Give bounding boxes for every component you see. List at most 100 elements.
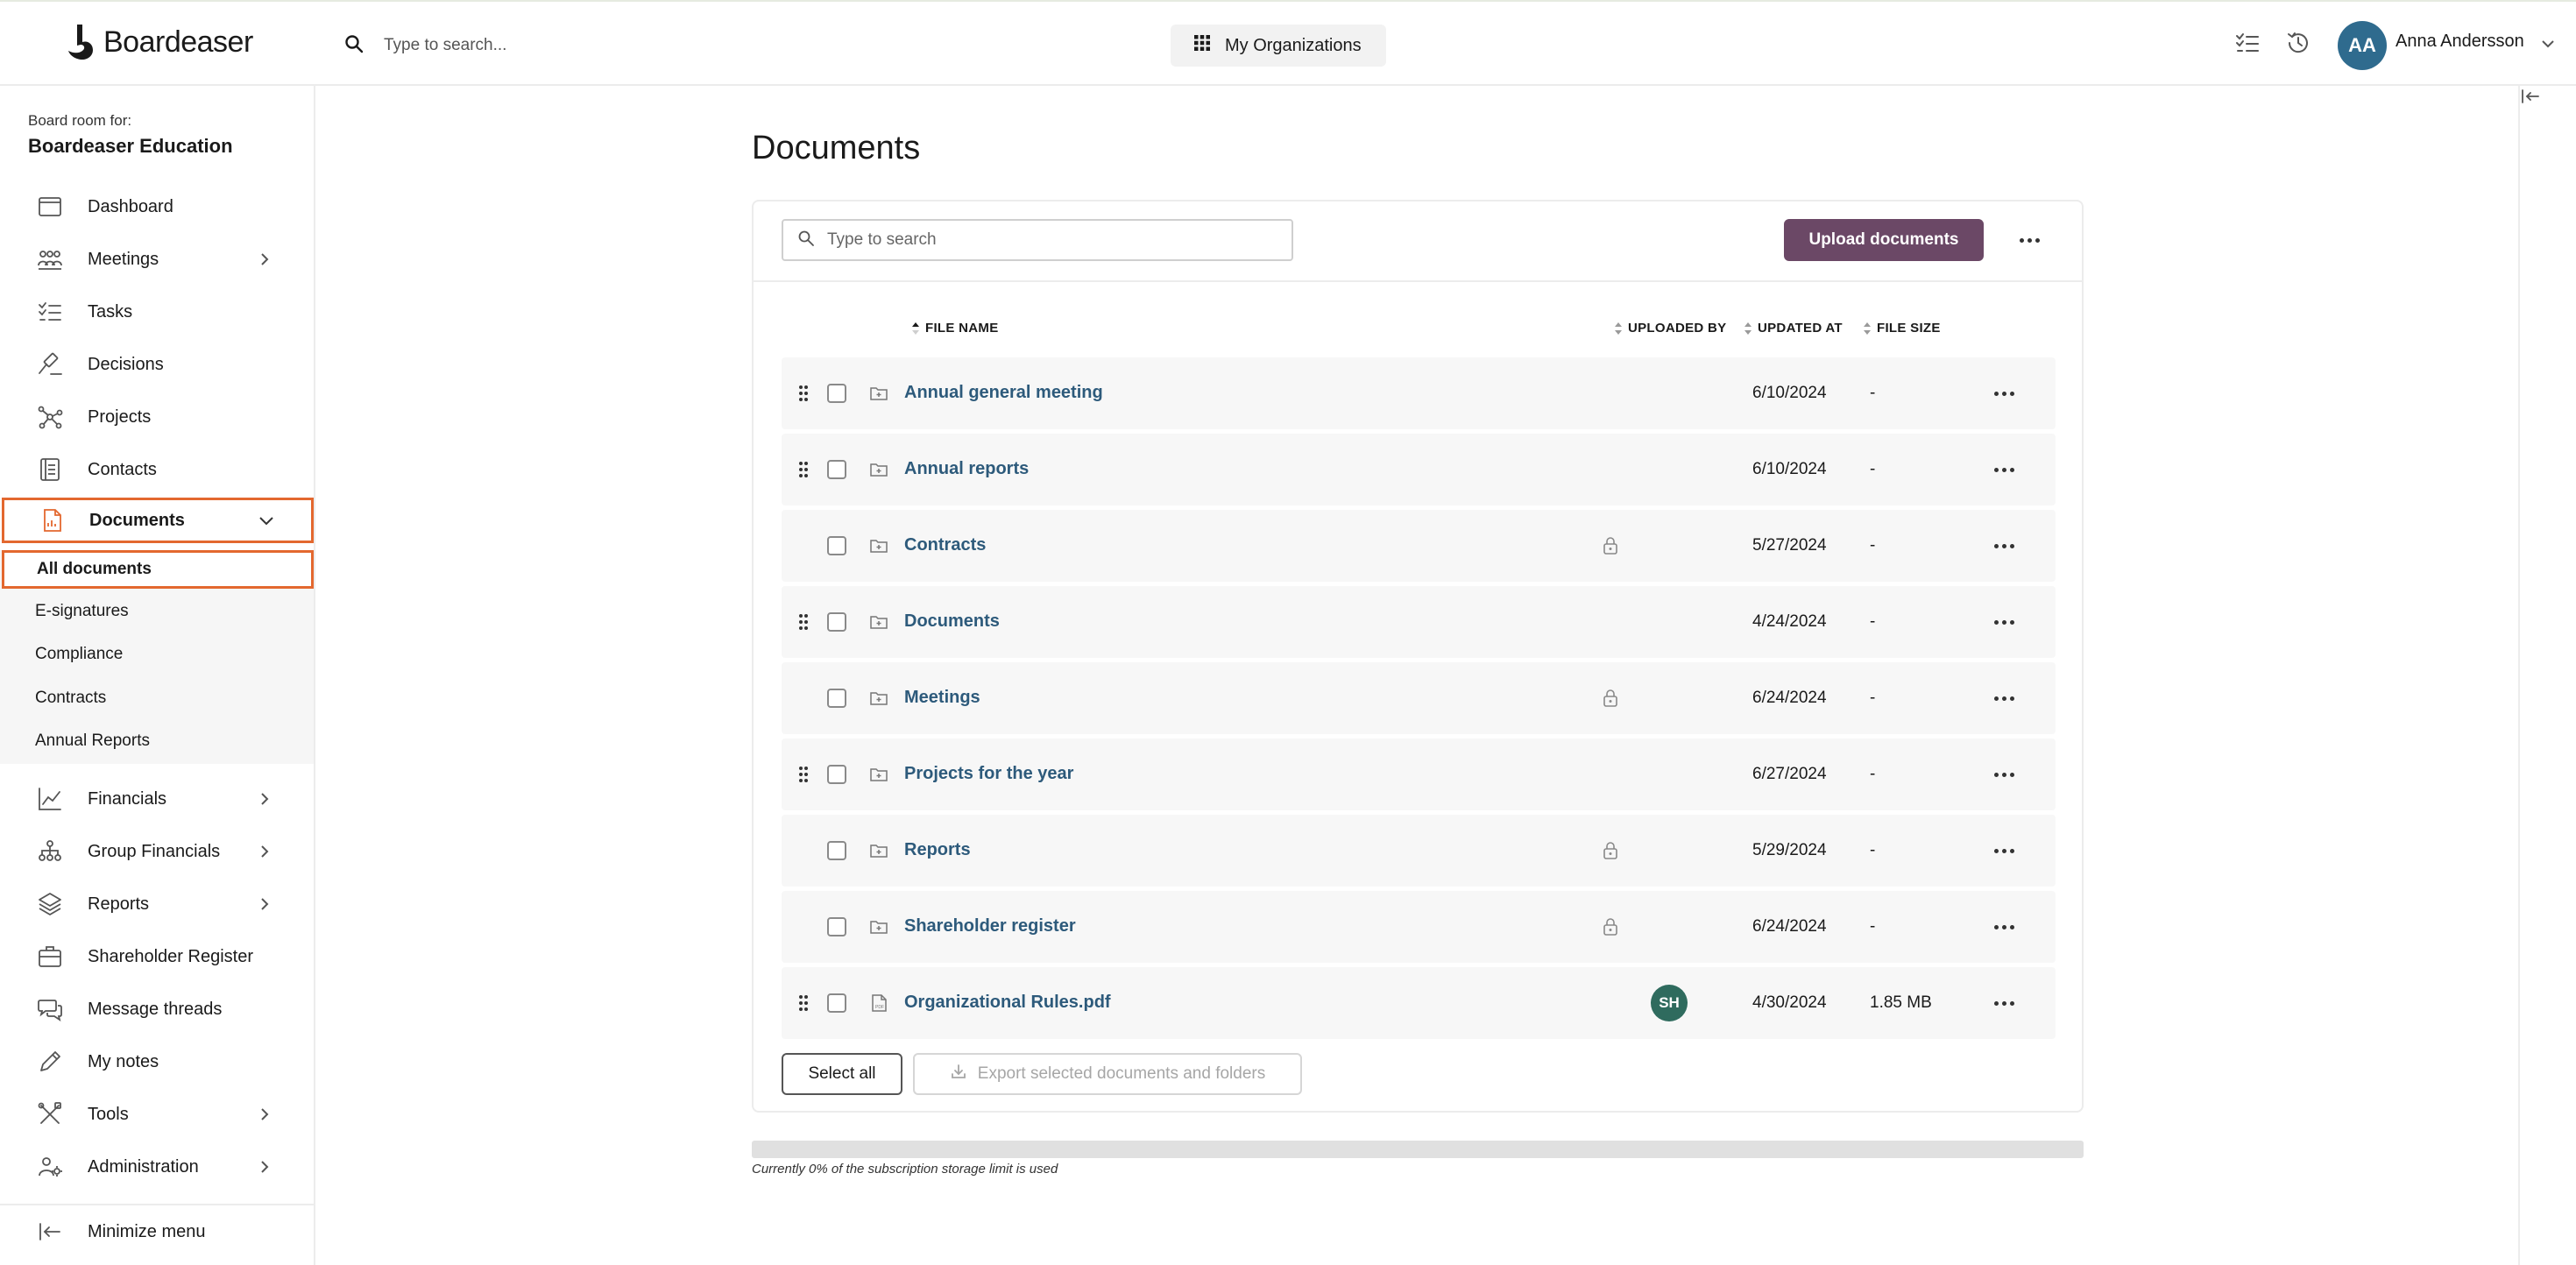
my-organizations-button[interactable]: My Organizations <box>1171 25 1386 67</box>
board-room-label: Board room for: <box>28 112 132 129</box>
sidebar-item-group-financials[interactable]: Group Financials <box>0 829 315 874</box>
sidebar-item-financials[interactable]: Financials <box>0 776 315 822</box>
table-row[interactable]: Contracts 5/27/2024 - <box>782 510 2056 582</box>
submenu-item-e-signatures[interactable]: E-signatures <box>0 592 314 631</box>
drag-handle-icon[interactable] <box>797 993 810 1013</box>
file-name-link[interactable]: Annual reports <box>904 459 1029 479</box>
file-name-link[interactable]: Reports <box>904 840 971 860</box>
drag-handle-icon[interactable] <box>797 384 810 403</box>
collapse-panel-icon[interactable] <box>2520 89 2541 110</box>
sidebar-item-label: My notes <box>88 1051 159 1071</box>
row-checkbox[interactable] <box>827 612 846 632</box>
storage-usage-bar <box>752 1141 2084 1158</box>
upload-documents-button[interactable]: Upload documents <box>1784 219 1984 261</box>
sidebar-item-contacts[interactable]: Contacts <box>0 447 315 492</box>
submenu-item-compliance[interactable]: Compliance <box>0 635 314 674</box>
table-row[interactable]: Projects for the year 6/27/2024 - <box>782 739 2056 810</box>
row-checkbox[interactable] <box>827 993 846 1013</box>
table-row[interactable]: Documents 4/24/2024 - <box>782 586 2056 658</box>
sidebar-item-administration[interactable]: Administration <box>0 1144 315 1190</box>
sidebar-item-message-threads[interactable]: Message threads <box>0 986 315 1032</box>
row-checkbox[interactable] <box>827 460 846 479</box>
submenu-item-all-documents[interactable]: All documents <box>2 550 314 589</box>
sidebar-item-label: Administration <box>88 1156 199 1177</box>
file-size-cell: - <box>1870 384 1876 402</box>
sidebar-item-label: Tools <box>88 1104 129 1124</box>
sidebar-item-tools[interactable]: Tools <box>0 1092 315 1137</box>
chevron-down-icon[interactable] <box>2539 35 2557 53</box>
sidebar-item-shareholder-register[interactable]: Shareholder Register <box>0 934 315 979</box>
file-name-link[interactable]: Documents <box>904 611 1000 632</box>
row-checkbox[interactable] <box>827 689 846 708</box>
drag-handle-icon[interactable] <box>797 765 810 784</box>
file-name-link[interactable]: Meetings <box>904 688 980 708</box>
sidebar-item-documents[interactable]: Documents <box>2 498 314 543</box>
file-name-link[interactable]: Contracts <box>904 535 986 555</box>
sidebar-item-tasks[interactable]: Tasks <box>0 289 315 335</box>
table-row[interactable]: Shareholder register 6/24/2024 - <box>782 891 2056 963</box>
row-options-icon[interactable] <box>1989 687 2019 710</box>
drag-handle-icon[interactable] <box>797 460 810 479</box>
row-options-icon[interactable] <box>1989 382 2019 405</box>
drag-handle-icon[interactable] <box>797 612 810 632</box>
file-name-link[interactable]: Organizational Rules.pdf <box>904 993 1111 1013</box>
file-name-link[interactable]: Shareholder register <box>904 916 1076 936</box>
file-name-link[interactable]: Annual general meeting <box>904 383 1103 403</box>
table-row[interactable]: PDF Organizational Rules.pdf SH 4/30/2024 1.… <box>782 967 2056 1039</box>
column-header-uploaded-by[interactable]: UPLOADED BY <box>1614 321 1726 336</box>
row-options-icon[interactable] <box>1989 915 2019 938</box>
table-row[interactable]: Annual general meeting 6/10/2024 - <box>782 357 2056 429</box>
row-checkbox[interactable] <box>827 917 846 936</box>
user-avatar[interactable]: AA <box>2338 21 2387 70</box>
row-checkbox[interactable] <box>827 765 846 784</box>
documents-search[interactable] <box>782 219 1293 261</box>
sidebar-divider <box>0 1204 314 1205</box>
submenu-item-label: Contracts <box>35 689 107 707</box>
row-options-icon[interactable] <box>1989 534 2019 557</box>
export-selected-button[interactable]: Export selected documents and folders <box>913 1053 1302 1095</box>
submenu-item-annual-reports[interactable]: Annual Reports <box>0 722 314 760</box>
collapse-left-icon <box>37 1219 63 1245</box>
global-search-input[interactable] <box>384 36 752 55</box>
column-header-file-size[interactable]: FILE SIZE <box>1863 321 1941 336</box>
sidebar-item-label: Tasks <box>88 301 133 322</box>
row-checkbox[interactable] <box>827 841 846 860</box>
brand-logo[interactable]: Boardeaser <box>65 21 253 63</box>
file-name-link[interactable]: Projects for the year <box>904 764 1073 784</box>
select-all-button[interactable]: Select all <box>782 1053 902 1095</box>
chevron-right-icon <box>256 1158 273 1176</box>
table-row[interactable]: Reports 5/29/2024 - <box>782 815 2056 887</box>
sidebar-item-reports[interactable]: Reports <box>0 881 315 927</box>
documents-search-input[interactable] <box>827 230 1265 250</box>
sidebar-item-decisions[interactable]: Decisions <box>0 342 315 387</box>
file-size-cell: - <box>1870 536 1876 555</box>
row-checkbox[interactable] <box>827 536 846 555</box>
table-row[interactable]: Meetings 6/24/2024 - <box>782 662 2056 734</box>
minimize-menu-button[interactable]: Minimize menu <box>0 1209 315 1254</box>
sidebar-item-my-notes[interactable]: My notes <box>0 1039 315 1085</box>
global-search[interactable] <box>343 28 752 63</box>
row-options-icon[interactable] <box>1989 611 2019 633</box>
sidebar-item-projects[interactable]: Projects <box>0 394 315 440</box>
column-header-label: UPDATED AT <box>1758 321 1843 336</box>
task-list-icon[interactable] <box>2234 30 2261 56</box>
row-options-icon[interactable] <box>1989 763 2019 786</box>
sidebar: Board room for: Boardeaser Education Das… <box>0 86 315 1265</box>
submenu-item-contracts[interactable]: Contracts <box>0 679 314 717</box>
row-options-icon[interactable] <box>1989 458 2019 481</box>
table-row[interactable]: Annual reports 6/10/2024 - <box>782 434 2056 505</box>
row-options-icon[interactable] <box>1989 839 2019 862</box>
briefcase-icon <box>37 943 63 970</box>
lock-icon <box>1603 842 1617 859</box>
sidebar-item-meetings[interactable]: Meetings <box>0 237 315 282</box>
row-checkbox[interactable] <box>827 384 846 403</box>
column-header-label: FILE NAME <box>925 321 999 336</box>
row-options-icon[interactable] <box>1989 992 2019 1014</box>
user-name[interactable]: Anna Andersson <box>2396 32 2524 52</box>
more-options-icon[interactable] <box>2013 228 2045 252</box>
column-header-file-name[interactable]: FILE NAME <box>911 321 999 336</box>
sidebar-item-dashboard[interactable]: Dashboard <box>0 184 315 230</box>
history-icon[interactable] <box>2285 30 2311 56</box>
submenu-item-label: Annual Reports <box>35 731 150 750</box>
column-header-updated-at[interactable]: UPDATED AT <box>1744 321 1843 336</box>
